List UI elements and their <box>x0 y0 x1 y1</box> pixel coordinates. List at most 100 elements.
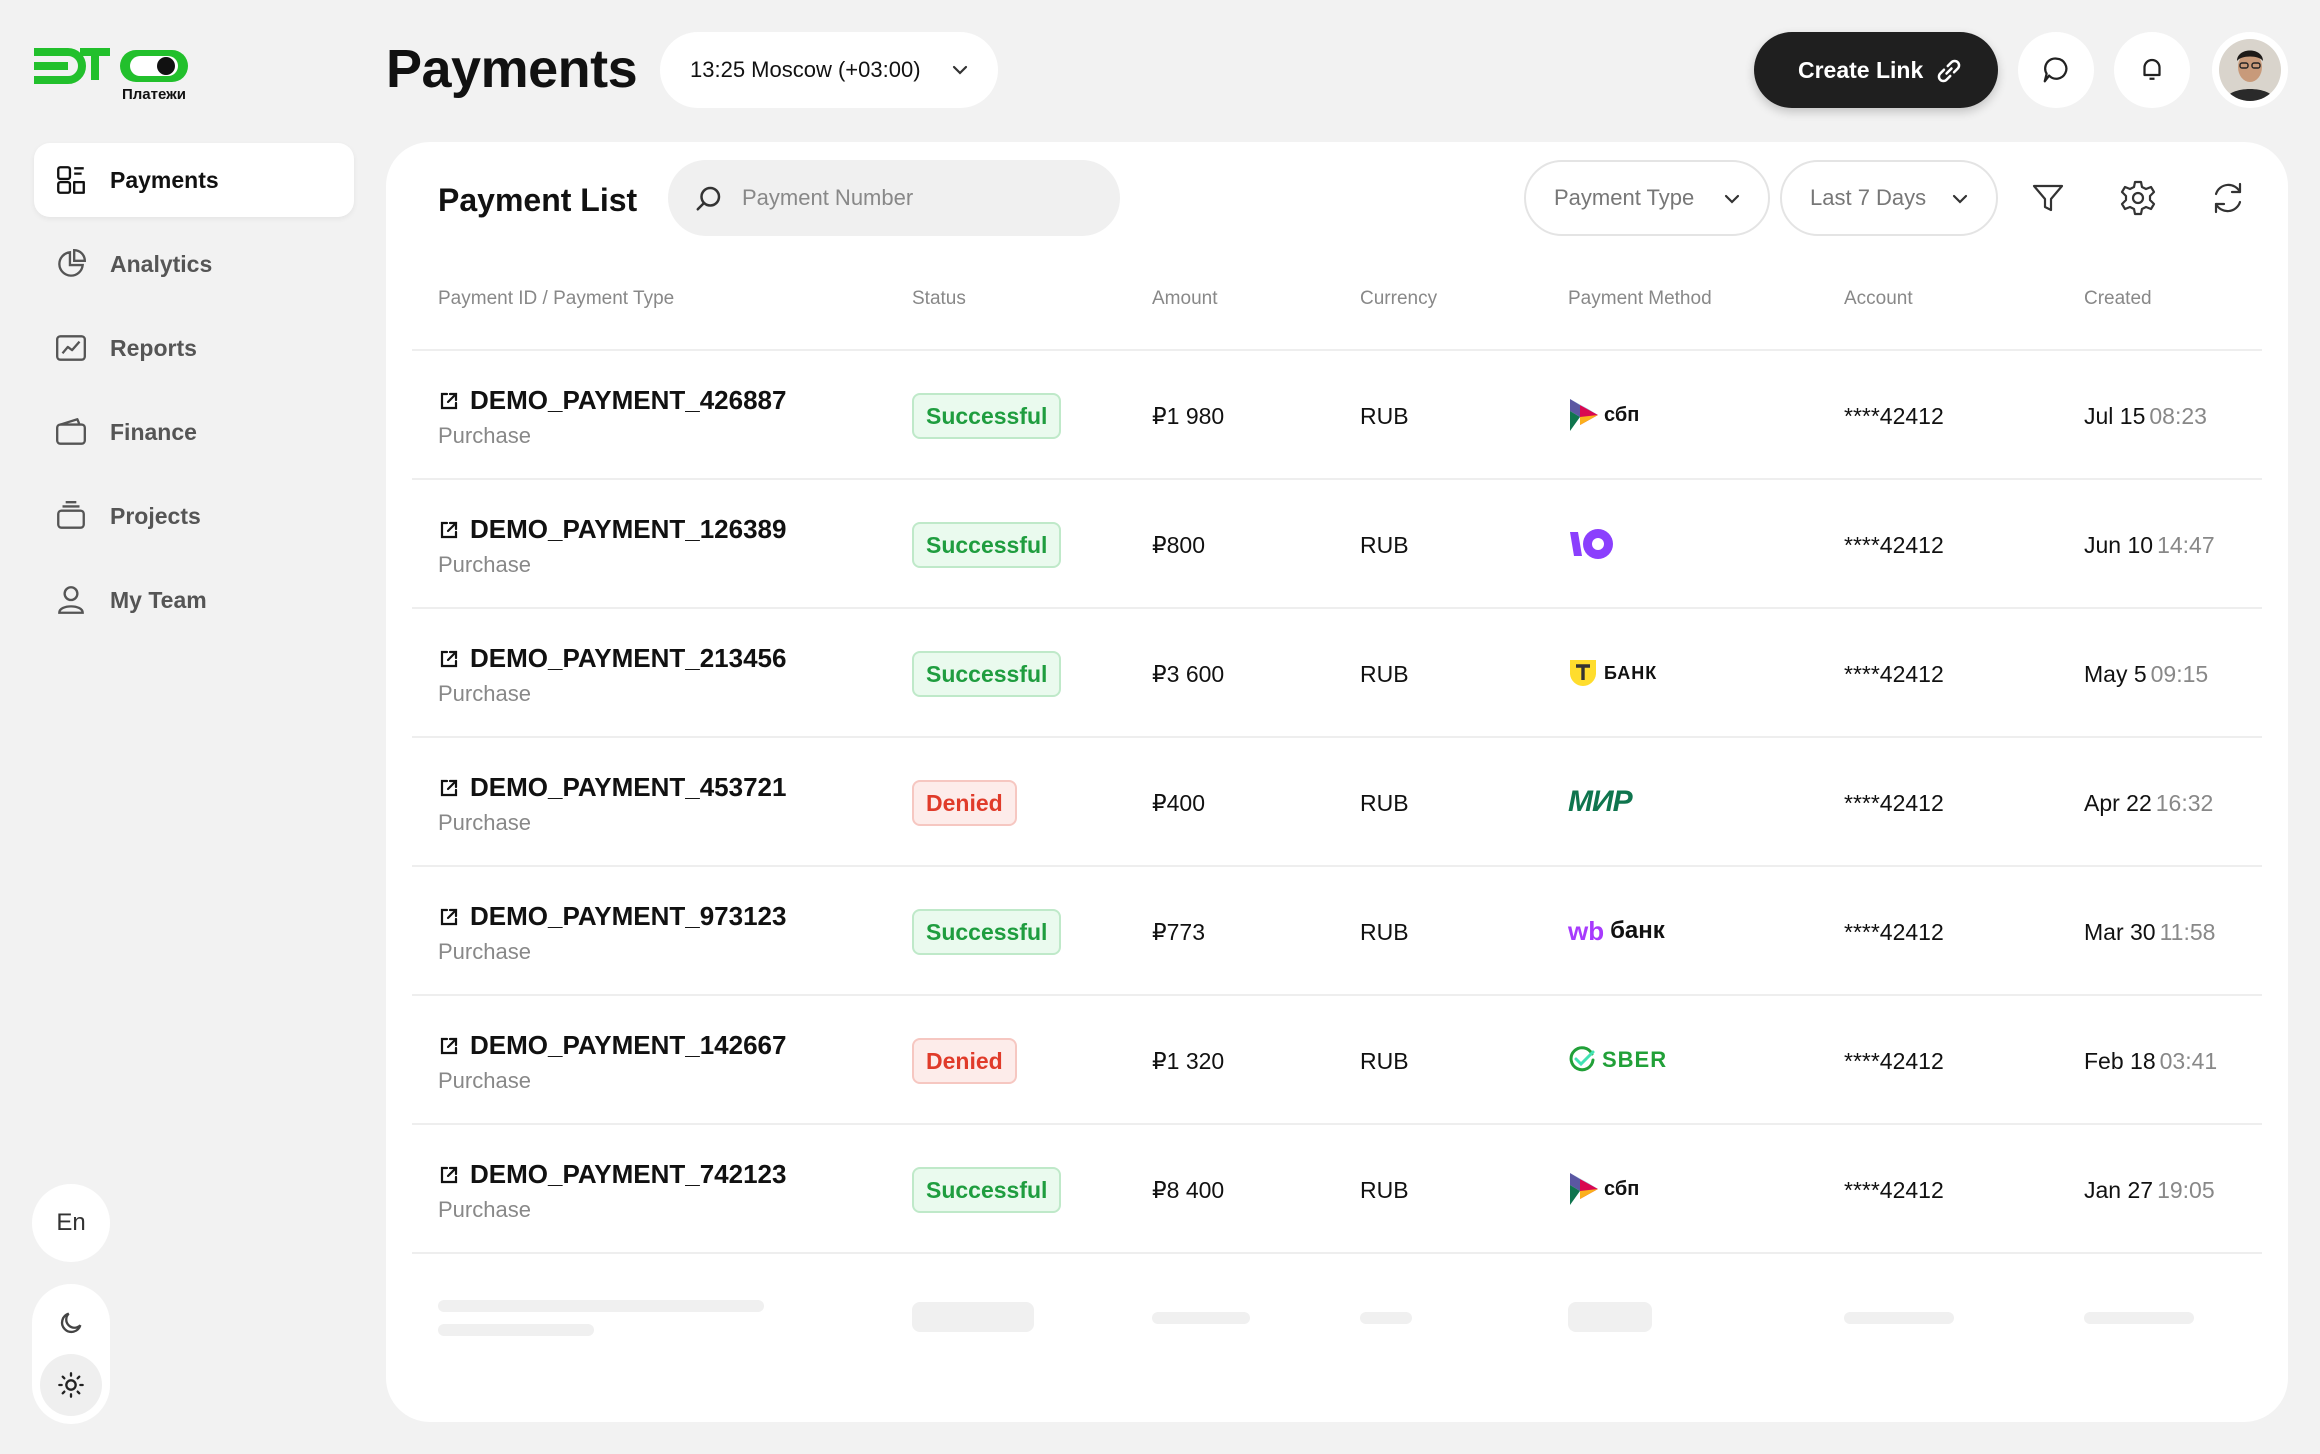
account-number: ****42412 <box>1844 1177 1944 1203</box>
payment-id-link[interactable]: DEMO_PAYMENT_973123 <box>438 901 786 932</box>
payment-method-sbp: сбп <box>1568 1167 1639 1211</box>
chat-button[interactable] <box>2018 32 2094 108</box>
created-date: Mar 30 <box>2084 919 2156 945</box>
sidebar-item-my-team[interactable]: My Team <box>34 563 354 637</box>
bell-icon <box>2143 58 2161 80</box>
amount: ₽3 600 <box>1152 661 1225 687</box>
payment-id-link[interactable]: DEMO_PAYMENT_126389 <box>438 514 786 545</box>
payment-id-link[interactable]: DEMO_PAYMENT_142667 <box>438 1030 786 1061</box>
payments-table-body: DEMO_PAYMENT_426887 Purchase Successful … <box>412 349 2262 1381</box>
link-icon <box>1937 59 1961 83</box>
amount: ₽400 <box>1152 790 1206 816</box>
created-date: Feb 18 <box>2084 1048 2156 1074</box>
filter-button[interactable] <box>2028 178 2068 218</box>
status-badge: Denied <box>912 1038 1017 1084</box>
table-row[interactable]: DEMO_PAYMENT_142667 Purchase Denied ₽1 3… <box>412 994 2262 1123</box>
sidebar-item-label: My Team <box>110 586 207 613</box>
sidebar-item-reports[interactable]: Reports <box>34 311 354 385</box>
payment-id: DEMO_PAYMENT_742123 <box>470 1159 787 1189</box>
sbp-logo-icon <box>1570 1173 1598 1205</box>
table-header: Payment ID / Payment Type Status Amount … <box>438 288 2258 318</box>
created-date: May 5 <box>2084 661 2147 687</box>
light-theme-button[interactable] <box>40 1354 102 1416</box>
refresh-button[interactable] <box>2208 178 2248 218</box>
sbp-logo-icon <box>1570 399 1598 431</box>
status-badge: Successful <box>912 393 1062 439</box>
created-datetime: Mar 30 11:58 <box>2084 919 2215 946</box>
payment-id: DEMO_PAYMENT_142667 <box>470 1030 787 1060</box>
search-box[interactable] <box>668 160 1120 236</box>
chevron-down-icon <box>1724 194 1740 204</box>
payment-id-link[interactable]: DEMO_PAYMENT_426887 <box>438 385 786 416</box>
sidebar-item-projects[interactable]: Projects <box>34 479 354 553</box>
table-row[interactable]: DEMO_PAYMENT_453721 Purchase Denied ₽400… <box>412 736 2262 865</box>
payment-type: Purchase <box>438 1068 531 1093</box>
created-datetime: Apr 22 16:32 <box>2084 790 2213 817</box>
column-header-account[interactable]: Account <box>1844 288 1913 310</box>
status-badge: Denied <box>912 780 1017 826</box>
table-row[interactable]: DEMO_PAYMENT_426887 Purchase Successful … <box>412 349 2262 478</box>
account-number: ****42412 <box>1844 919 1944 945</box>
payment-method-sbp: сбп <box>1568 393 1639 437</box>
search-input[interactable] <box>742 185 1102 211</box>
sidebar-item-analytics[interactable]: Analytics <box>34 227 354 301</box>
skeleton-bar <box>1568 1302 1652 1332</box>
finance-icon <box>56 418 86 445</box>
column-header-payment-id[interactable]: Payment ID / Payment Type <box>438 288 674 310</box>
payment-type: Purchase <box>438 810 531 835</box>
settings-button[interactable] <box>2118 178 2158 218</box>
notifications-button[interactable] <box>2114 32 2190 108</box>
payment-method-yoomoney <box>1568 522 1618 566</box>
payment-id-link[interactable]: DEMO_PAYMENT_742123 <box>438 1159 786 1190</box>
amount: ₽1 980 <box>1152 403 1225 429</box>
column-header-payment-method[interactable]: Payment Method <box>1568 288 1712 310</box>
status-badge: Successful <box>912 909 1062 955</box>
table-row[interactable]: DEMO_PAYMENT_126389 Purchase Successful … <box>412 478 2262 607</box>
sidebar-item-finance[interactable]: Finance <box>34 395 354 469</box>
table-row[interactable]: DEMO_PAYMENT_213456 Purchase Successful … <box>412 607 2262 736</box>
user-avatar[interactable] <box>2212 32 2288 108</box>
column-header-amount[interactable]: Amount <box>1152 288 1217 310</box>
brand-logo[interactable]: Платежи <box>34 44 194 106</box>
skeleton-bar <box>438 1300 764 1312</box>
payment-method-sber: SBER <box>1568 1038 1667 1082</box>
create-link-button[interactable]: Create Link <box>1754 32 1998 108</box>
timezone-select[interactable]: 13:25 Moscow (+03:00) <box>660 32 998 108</box>
payment-id-link[interactable]: DEMO_PAYMENT_453721 <box>438 772 786 803</box>
created-datetime: Jun 10 14:47 <box>2084 532 2215 559</box>
language-button[interactable]: En <box>32 1184 110 1262</box>
amount: ₽800 <box>1152 532 1206 558</box>
external-link-icon <box>440 650 458 667</box>
table-row[interactable]: DEMO_PAYMENT_742123 Purchase Successful … <box>412 1123 2262 1252</box>
payment-method-label: БАНК <box>1604 662 1658 683</box>
dark-theme-button[interactable] <box>40 1292 102 1354</box>
analytics-icon <box>58 249 86 277</box>
table-row[interactable]: DEMO_PAYMENT_973123 Purchase Successful … <box>412 865 2262 994</box>
payment-id-link[interactable]: DEMO_PAYMENT_213456 <box>438 643 786 674</box>
account-number: ****42412 <box>1844 532 1944 558</box>
create-link-label: Create Link <box>1798 56 1924 83</box>
sidebar-item-payments[interactable]: Payments <box>34 143 354 217</box>
period-filter-label: Last 7 Days <box>1810 185 1927 210</box>
page-title: Payments <box>386 39 638 99</box>
payment-type: Purchase <box>438 1197 531 1222</box>
amount: ₽773 <box>1152 919 1206 945</box>
skeleton-bar <box>1844 1312 1954 1324</box>
wb-logo-icon: wb <box>1568 915 1605 946</box>
theme-switcher <box>32 1284 110 1424</box>
logo-mark-icon <box>34 48 188 84</box>
status-badge: Successful <box>912 651 1062 697</box>
period-filter[interactable]: Last 7 Days <box>1780 160 1998 236</box>
payment-id: DEMO_PAYMENT_426887 <box>470 385 787 415</box>
created-date: Jun 10 <box>2084 532 2154 558</box>
payment-type-filter[interactable]: Payment Type <box>1524 160 1770 236</box>
gear-icon <box>2120 180 2156 216</box>
logo-subtitle: Платежи <box>122 86 186 103</box>
column-header-created[interactable]: Created <box>2084 288 2152 310</box>
column-header-status[interactable]: Status <box>912 288 966 310</box>
chevron-down-icon <box>952 65 968 75</box>
payment-type: Purchase <box>438 423 531 448</box>
column-header-currency[interactable]: Currency <box>1360 288 1437 310</box>
chat-icon <box>2043 57 2068 83</box>
projects-icon <box>57 501 85 529</box>
